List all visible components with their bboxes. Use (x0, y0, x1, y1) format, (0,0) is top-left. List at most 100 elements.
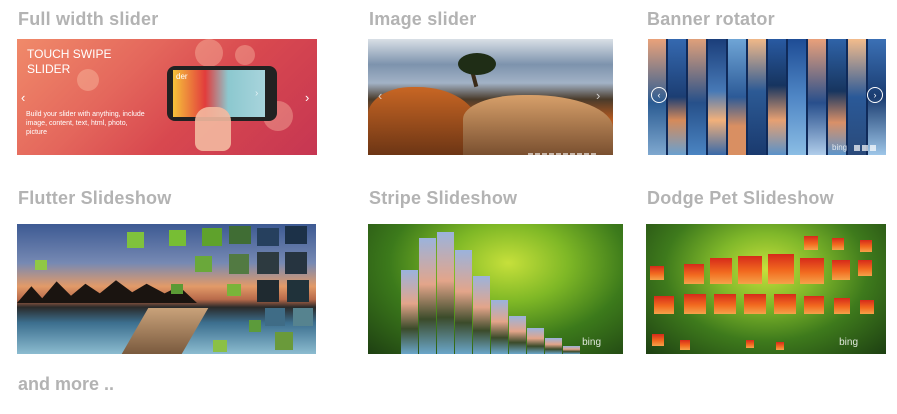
bing-watermark: bing (832, 143, 848, 152)
flutter-tile (171, 284, 183, 294)
dodge-tile (804, 296, 824, 314)
dodge-tile (680, 340, 690, 350)
image-strip (728, 39, 746, 155)
flutter-tile (35, 260, 47, 270)
chevron-right-icon[interactable]: › (305, 91, 309, 104)
nav-square[interactable] (862, 145, 868, 151)
banner-rotator-thumbnail[interactable]: ‹ › bing (648, 39, 886, 155)
dodge-tile (744, 294, 766, 314)
title-dodge-pet-slideshow[interactable]: Dodge Pet Slideshow (647, 188, 834, 209)
chevron-right-icon[interactable]: › (867, 87, 883, 103)
title-full-width-slider[interactable]: Full width slider (18, 9, 158, 30)
stripe-column (563, 346, 580, 354)
dodge-tile (650, 266, 664, 280)
stripe-column (455, 250, 472, 354)
image-strip (828, 39, 846, 155)
flutter-tile (265, 308, 285, 326)
dodge-tile (858, 260, 872, 276)
flutter-tile (195, 256, 212, 272)
dodge-tile (832, 238, 844, 250)
full-width-slider-thumbnail[interactable]: TOUCH SWIPE SLIDER Build your slider wit… (17, 39, 317, 155)
stripe-column (419, 238, 436, 354)
image-strip (808, 39, 826, 155)
dodge-pet-slideshow-thumbnail[interactable]: bing (646, 224, 886, 354)
bing-watermark: bing (582, 337, 601, 348)
chevron-left-icon[interactable]: ‹ (378, 89, 382, 102)
image-strip (668, 39, 686, 155)
flutter-tile (287, 280, 309, 302)
dodge-tile (746, 340, 754, 348)
dodge-tile (860, 240, 872, 252)
flutter-tile (229, 254, 249, 274)
nav-square[interactable] (556, 153, 561, 155)
stripe-slideshow-thumbnail[interactable]: bing (368, 224, 623, 354)
nav-square[interactable] (854, 145, 860, 151)
title-flutter-slideshow[interactable]: Flutter Slideshow (18, 188, 171, 209)
image-strip (708, 39, 726, 155)
nav-square[interactable] (528, 153, 533, 155)
nav-square[interactable] (577, 153, 582, 155)
dodge-tile (714, 294, 736, 314)
stripe-column (491, 300, 508, 354)
phone-screen-label: der (176, 72, 188, 81)
dodge-tile (652, 334, 664, 346)
image-slider-thumbnail[interactable]: ‹ › (368, 39, 613, 155)
dodge-tile (832, 260, 850, 280)
rock-formation (368, 87, 478, 155)
nav-square[interactable] (591, 153, 596, 155)
stripe-column (473, 276, 490, 354)
dodge-tile (804, 236, 818, 250)
nav-square[interactable] (584, 153, 589, 155)
and-more-link[interactable]: and more .. (18, 374, 114, 395)
dodge-tile (774, 294, 796, 314)
flutter-tile (257, 228, 279, 246)
nav-square[interactable] (870, 145, 876, 151)
thumbnail-navigator[interactable] (528, 145, 598, 155)
image-strip (788, 39, 806, 155)
flutter-tile (229, 226, 251, 244)
image-strip (748, 39, 766, 155)
chevron-left-icon[interactable]: ‹ (651, 87, 667, 103)
slider-headline: TOUCH SWIPE SLIDER (27, 47, 112, 76)
image-strip (768, 39, 786, 155)
stripe-column (437, 232, 454, 354)
dodge-tile (738, 256, 762, 284)
title-stripe-slideshow[interactable]: Stripe Slideshow (369, 188, 517, 209)
flutter-tile (257, 280, 279, 302)
nav-square[interactable] (549, 153, 554, 155)
dodge-tile (710, 258, 732, 284)
bokeh-light (235, 45, 255, 65)
flutter-tile (285, 252, 307, 274)
title-banner-rotator[interactable]: Banner rotator (647, 9, 775, 30)
chevron-left-icon[interactable]: ‹ (21, 91, 25, 104)
flutter-tile (257, 252, 279, 274)
dodge-tile (834, 298, 850, 314)
bokeh-light (195, 39, 223, 67)
stripe-column (401, 270, 418, 354)
flutter-tile (227, 284, 241, 296)
dodge-tile (860, 300, 874, 314)
stripe-column (509, 316, 526, 354)
pier (121, 308, 209, 354)
nav-square[interactable] (570, 153, 575, 155)
nav-square[interactable] (542, 153, 547, 155)
flutter-tile (213, 340, 227, 352)
dodge-tile (800, 258, 824, 284)
dodge-tile (654, 296, 674, 314)
flutter-tile (293, 308, 313, 326)
flutter-tile (285, 226, 307, 244)
nav-square[interactable] (535, 153, 540, 155)
palm-trees (17, 280, 197, 303)
title-image-slider[interactable]: Image slider (369, 9, 476, 30)
tree-canopy (458, 53, 496, 75)
flutter-tile (127, 232, 144, 248)
bing-watermark: bing (839, 337, 858, 348)
chevron-right-icon[interactable]: › (596, 89, 600, 102)
slider-pagination[interactable] (159, 145, 180, 155)
flutter-tile (202, 228, 222, 246)
nav-square[interactable] (563, 153, 568, 155)
dodge-tile (776, 342, 784, 350)
slider-body-text: Build your slider with anything, include… (26, 111, 145, 136)
image-strip (848, 39, 866, 155)
flutter-slideshow-thumbnail[interactable] (17, 224, 316, 354)
